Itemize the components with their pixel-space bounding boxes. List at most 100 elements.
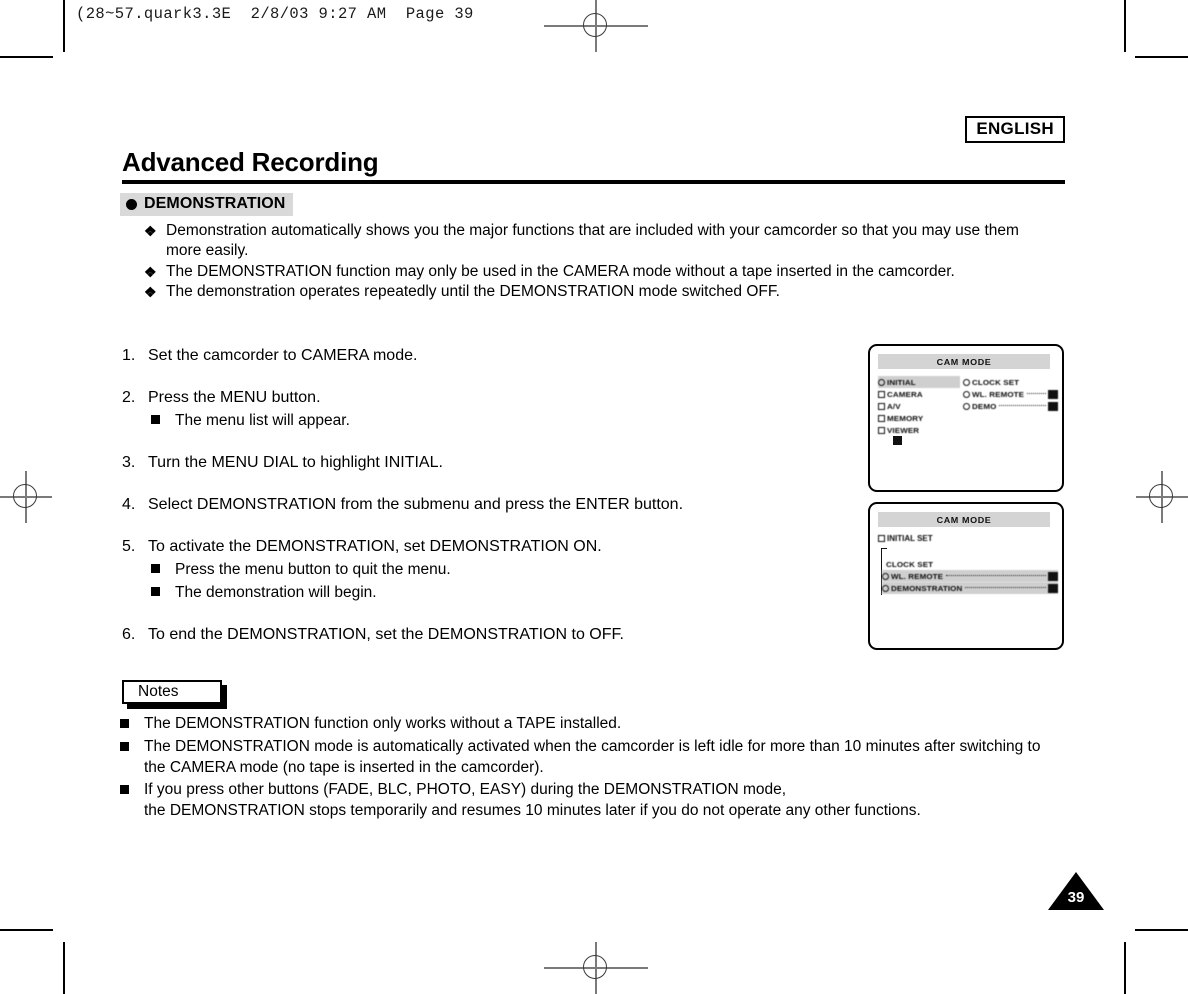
lcd-value-block xyxy=(1048,389,1058,399)
registration-mark-right-middle xyxy=(1136,471,1188,523)
lcd-submenu-list: CLOCK SET WL. REMOTE DEMONSTRATION xyxy=(882,558,1058,594)
square-bullet-icon xyxy=(120,736,144,759)
lcd-menu-item-initial: INITIAL xyxy=(878,376,960,388)
sub-list-item: Press the menu button to quit the menu. xyxy=(148,559,822,580)
lcd-item-label: WL. REMOTE xyxy=(972,389,1025,399)
list-item: 2. Press the MENU button. The menu list … xyxy=(122,387,822,431)
crop-mark-bottom-right-horizontal xyxy=(1135,929,1188,931)
floral-bullet-icon: ❖ xyxy=(144,223,157,239)
lcd-menu-item-av: A/V xyxy=(878,400,960,412)
step-number: 2. xyxy=(122,389,136,406)
lcd-title-bar: CAM MODE xyxy=(878,354,1050,369)
floral-bullet-icon: ❖ xyxy=(144,263,157,280)
notes-badge: Notes xyxy=(122,680,227,709)
lcd-item-label: WL. REMOTE xyxy=(891,571,944,581)
page-title: Advanced Recording xyxy=(122,147,379,177)
lcd-menu-item-memory: MEMORY xyxy=(878,412,960,424)
filled-circle-bullet-icon xyxy=(126,198,137,210)
sub-item-text: Press the menu button to quit the menu. xyxy=(175,561,451,578)
page-number-badge: 39 xyxy=(1048,872,1104,910)
crop-mark-top-left-horizontal xyxy=(0,56,53,58)
lcd-item-label: DEMO xyxy=(972,401,997,411)
registration-mark-top-center xyxy=(544,0,648,52)
title-divider xyxy=(122,180,1065,184)
crop-mark-bottom-left-horizontal xyxy=(0,929,53,931)
lcd-value-block xyxy=(1048,401,1058,411)
square-bullet-icon xyxy=(148,559,175,580)
lcd-value-block xyxy=(1048,583,1058,593)
list-item: The DEMONSTRATION mode is automatically … xyxy=(120,736,1060,779)
lcd-submenu-header-label: INITIAL SET xyxy=(887,534,933,543)
sub-item-text: The menu list will appear. xyxy=(175,412,350,429)
section-heading-label: DEMONSTRATION xyxy=(144,195,286,212)
lcd-main-menu-column: INITIAL CAMERA A/V MEMORY VIEWER xyxy=(878,376,960,436)
note-text: The DEMONSTRATION mode is automatically … xyxy=(144,737,1041,777)
lcd-menu-item-viewer: VIEWER xyxy=(878,424,960,436)
procedure-steps: 1. Set the camcorder to CAMERA mode. 2. … xyxy=(122,345,822,666)
lcd-item-label: DEMONSTRATION xyxy=(891,583,963,593)
lcd-submenu-header: INITIAL SET xyxy=(878,534,933,543)
registration-mark-bottom-center xyxy=(544,942,648,994)
lcd-menu-illustration-submenu: CAM MODE INITIAL SET CLOCK SET WL. REMOT… xyxy=(868,502,1064,650)
list-item: The DEMONSTRATION function only works wi… xyxy=(120,713,1060,736)
section-heading: DEMONSTRATION xyxy=(120,193,294,216)
square-bullet-icon xyxy=(120,779,144,802)
lcd-leader-dots xyxy=(1027,392,1046,394)
lcd-leader-dots xyxy=(999,404,1046,406)
crop-mark-top-left-vertical xyxy=(63,0,65,52)
square-bullet-icon xyxy=(148,410,175,431)
list-item: 4. Select DEMONSTRATION from the submenu… xyxy=(122,494,822,515)
lcd-leader-dots xyxy=(946,574,1046,576)
lcd-item-label: VIEWER xyxy=(887,425,920,435)
sub-list-item: The menu list will appear. xyxy=(148,410,822,431)
lcd-submenu-column: CLOCK SET WL. REMOTE DEMO xyxy=(963,376,1058,412)
step-number: 4. xyxy=(122,496,136,513)
lcd-submenu-item-wl-remote: WL. REMOTE xyxy=(963,388,1058,400)
list-item: ❖ The DEMONSTRATION function may only be… xyxy=(144,262,1056,282)
lcd-cursor-block xyxy=(893,436,902,445)
step-number: 6. xyxy=(122,626,136,643)
lcd-submenu-item-demo: DEMO xyxy=(963,400,1058,412)
note-text: If you press other buttons (FADE, BLC, P… xyxy=(144,780,921,820)
lcd-menu-illustration-main: CAM MODE INITIAL CAMERA A/V MEMORY VIEWE… xyxy=(868,344,1064,492)
step-number: 5. xyxy=(122,538,136,555)
step-text: Select DEMONSTRATION from the submenu an… xyxy=(148,496,684,513)
print-file-header: (28~57.quark3.3E 2/8/03 9:27 AM Page 39 xyxy=(76,5,474,23)
page-number: 39 xyxy=(1067,889,1085,906)
lcd-item-label: CLOCK SET xyxy=(972,377,1020,387)
lcd-title-text: CAM MODE xyxy=(936,356,992,367)
step-text: To end the DEMONSTRATION, set the DEMONS… xyxy=(148,626,624,643)
lcd-item-label: CLOCK SET xyxy=(886,559,934,569)
lcd-menu-item-camera: CAMERA xyxy=(878,388,960,400)
notes-list: The DEMONSTRATION function only works wi… xyxy=(120,713,1060,822)
step-text: Press the MENU button. xyxy=(148,389,321,406)
lcd-submenu-item-demonstration: DEMONSTRATION xyxy=(882,582,1058,594)
list-item: 1. Set the camcorder to CAMERA mode. xyxy=(122,345,822,366)
step-text: Turn the MENU DIAL to highlight INITIAL. xyxy=(148,454,443,471)
step-number: 1. xyxy=(122,347,136,364)
list-item: If you press other buttons (FADE, BLC, P… xyxy=(120,779,1060,822)
step-text: To activate the DEMONSTRATION, set DEMON… xyxy=(148,538,602,555)
language-tag: ENGLISH xyxy=(965,116,1065,143)
lcd-submenu-item-wl-remote: WL. REMOTE xyxy=(882,570,1058,582)
intro-item-text: The demonstration operates repeatedly un… xyxy=(166,283,780,301)
list-item: 5. To activate the DEMONSTRATION, set DE… xyxy=(122,536,822,603)
step-text: Set the camcorder to CAMERA mode. xyxy=(148,347,418,364)
lcd-value-block xyxy=(1048,571,1058,581)
sub-list-item: The demonstration will begin. xyxy=(148,582,822,603)
list-item: ❖ Demonstration automatically shows you … xyxy=(144,221,1056,262)
crop-mark-top-right-horizontal xyxy=(1135,56,1188,58)
lcd-title-bar: CAM MODE xyxy=(878,512,1050,527)
list-item: ❖ The demonstration operates repeatedly … xyxy=(144,282,1056,302)
crop-mark-bottom-right-vertical xyxy=(1124,942,1126,994)
square-bullet-icon xyxy=(148,582,175,603)
lcd-submenu-item-clock-set: CLOCK SET xyxy=(963,376,1058,388)
lcd-title-text: CAM MODE xyxy=(936,514,992,525)
intro-item-text: Demonstration automatically shows you th… xyxy=(166,222,1019,260)
lcd-item-label: INITIAL xyxy=(887,377,916,387)
lcd-leader-dots xyxy=(965,586,1046,588)
registration-mark-left-middle xyxy=(0,471,52,523)
note-text: The DEMONSTRATION function only works wi… xyxy=(144,715,622,732)
lcd-item-label: CAMERA xyxy=(887,389,923,399)
floral-bullet-icon: ❖ xyxy=(144,284,157,301)
